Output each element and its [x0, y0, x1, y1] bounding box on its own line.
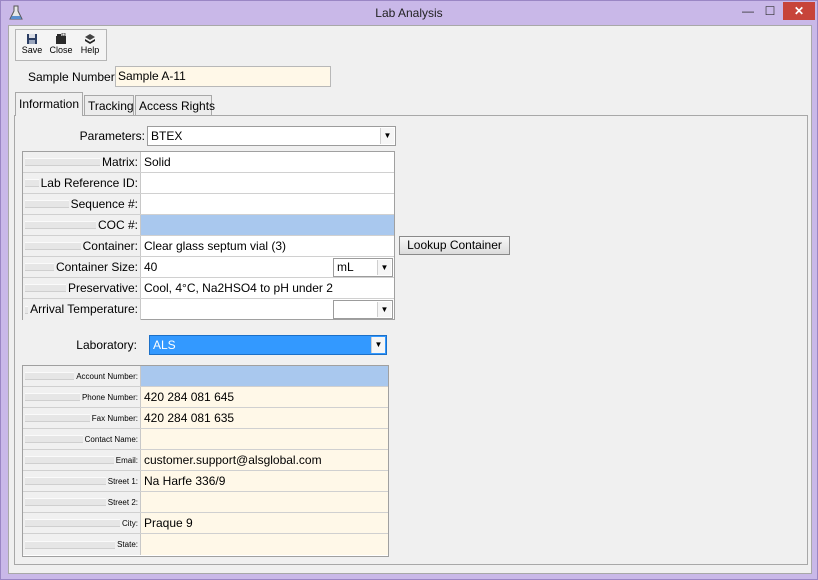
grid-row-fax-number: Fax Number: 420 284 081 635 — [23, 408, 388, 429]
floppy-disk-icon — [27, 34, 37, 44]
minimize-button[interactable]: — — [739, 2, 757, 20]
grid-row-container-size: Container Size: 40 mL ▼ — [23, 257, 394, 278]
grid-row-preservative: Preservative: Cool, 4°C, Na2HSO4 to pH u… — [23, 278, 394, 299]
phone-number-value[interactable]: 420 284 081 645 — [141, 387, 388, 407]
sequence-value[interactable] — [141, 194, 394, 214]
grid-row-email: Email: customer.support@alsglobal.com — [23, 450, 388, 471]
save-button[interactable]: Save — [18, 31, 46, 59]
matrix-value[interactable]: Solid — [141, 152, 394, 172]
maximize-button[interactable]: ☐ — [761, 2, 779, 20]
grid-row-coc: COC #: — [23, 215, 394, 236]
close-label: Close — [49, 45, 73, 55]
grid-row-matrix: Matrix: Solid — [23, 152, 394, 173]
toolbar: Save Close Help — [15, 29, 107, 61]
fax-number-value[interactable]: 420 284 081 635 — [141, 408, 388, 428]
help-book-icon — [85, 34, 95, 44]
grid-row-container: Container: Clear glass septum vial (3) — [23, 236, 394, 257]
tab-information[interactable]: Information — [15, 92, 83, 116]
grid-row-city: City: Praque 9 — [23, 513, 388, 534]
parameters-label: Parameters: — [79, 129, 145, 143]
grid-row-state: State: — [23, 534, 388, 555]
arrival-temperature-value[interactable] — [141, 299, 332, 320]
tab-tracking[interactable]: Tracking — [84, 95, 134, 115]
parameters-value: BTEX — [151, 129, 183, 143]
client-area: Save Close Help Sample Number: Sample A-… — [8, 25, 812, 574]
information-panel: Parameters: BTEX ▼ Matrix: Solid Lab Ref… — [14, 115, 808, 565]
laboratory-value: ALS — [153, 338, 176, 352]
state-label: State: — [23, 534, 141, 555]
grid-row-street-2: Street 2: — [23, 492, 388, 513]
close-button[interactable]: Close — [47, 31, 75, 59]
city-value[interactable]: Praque 9 — [141, 513, 388, 533]
close-window-button[interactable]: ✕ — [783, 2, 815, 20]
street-2-value[interactable] — [141, 492, 388, 512]
state-value[interactable] — [141, 534, 388, 555]
laboratory-select[interactable]: ALS ▼ — [149, 335, 387, 355]
sample-details-grid: Matrix: Solid Lab Reference ID: Sequence… — [22, 151, 395, 320]
lab-analysis-window: Lab Analysis — ☐ ✕ Save Close Help Sampl… — [0, 0, 818, 580]
grid-row-contact-name: Contact Name: — [23, 429, 388, 450]
grid-row-account-number: Account Number: — [23, 366, 388, 387]
sequence-label: Sequence #: — [23, 194, 141, 214]
lab-reference-id-value[interactable] — [141, 173, 394, 193]
container-size-label: Container Size: — [23, 257, 141, 277]
email-value[interactable]: customer.support@alsglobal.com — [141, 450, 388, 470]
coc-value[interactable] — [141, 215, 394, 235]
arrival-temperature-unit-select[interactable]: ▼ — [333, 300, 393, 319]
sample-number-label: Sample Number: — [28, 70, 119, 84]
account-number-value[interactable] — [141, 366, 388, 386]
grid-row-lab-reference-id: Lab Reference ID: — [23, 173, 394, 194]
grid-row-phone-number: Phone Number: 420 284 081 645 — [23, 387, 388, 408]
grid-row-sequence: Sequence #: — [23, 194, 394, 215]
chevron-down-icon[interactable]: ▼ — [371, 337, 385, 353]
help-label: Help — [80, 45, 100, 55]
laboratory-label: Laboratory: — [76, 338, 137, 352]
chevron-down-icon[interactable]: ▼ — [380, 128, 394, 144]
help-button[interactable]: Help — [76, 31, 104, 59]
account-number-label: Account Number: — [23, 366, 141, 386]
street-1-label: Street 1: — [23, 471, 141, 491]
parameters-select[interactable]: BTEX ▼ — [147, 126, 396, 146]
title-bar[interactable]: Lab Analysis — ☐ ✕ — [1, 1, 817, 25]
tab-access-rights[interactable]: Access Rights — [135, 95, 215, 115]
arrival-temperature-label: Arrival Temperature: — [23, 299, 141, 320]
chevron-down-icon[interactable]: ▼ — [377, 260, 391, 275]
folder-close-icon — [56, 33, 66, 44]
container-size-unit: mL — [337, 260, 354, 274]
lab-reference-id-label: Lab Reference ID: — [23, 173, 141, 193]
container-value[interactable]: Clear glass septum vial (3) — [141, 236, 394, 256]
container-size-unit-select[interactable]: mL ▼ — [333, 258, 393, 277]
phone-number-label: Phone Number: — [23, 387, 141, 407]
lookup-container-button[interactable]: Lookup Container — [399, 236, 510, 255]
grid-row-street-1: Street 1: Na Harfe 336/9 — [23, 471, 388, 492]
contact-name-label: Contact Name: — [23, 429, 141, 449]
contact-name-value[interactable] — [141, 429, 388, 449]
container-label: Container: — [23, 236, 141, 256]
container-size-value[interactable]: 40 — [141, 257, 332, 277]
fax-number-label: Fax Number: — [23, 408, 141, 428]
preservative-label: Preservative: — [23, 278, 141, 298]
coc-label: COC #: — [23, 215, 141, 235]
city-label: City: — [23, 513, 141, 533]
sample-number-input[interactable]: Sample A-11 — [115, 66, 331, 87]
email-label: Email: — [23, 450, 141, 470]
window-title: Lab Analysis — [375, 6, 443, 20]
laboratory-details-grid: Account Number: Phone Number: 420 284 08… — [22, 365, 389, 557]
grid-row-arrival-temperature: Arrival Temperature: ▼ — [23, 299, 394, 320]
matrix-label: Matrix: — [23, 152, 141, 172]
preservative-value[interactable]: Cool, 4°C, Na2HSO4 to pH under 2 — [141, 278, 394, 298]
chevron-down-icon[interactable]: ▼ — [377, 302, 391, 317]
street-1-value[interactable]: Na Harfe 336/9 — [141, 471, 388, 491]
save-label: Save — [21, 45, 43, 55]
street-2-label: Street 2: — [23, 492, 141, 512]
